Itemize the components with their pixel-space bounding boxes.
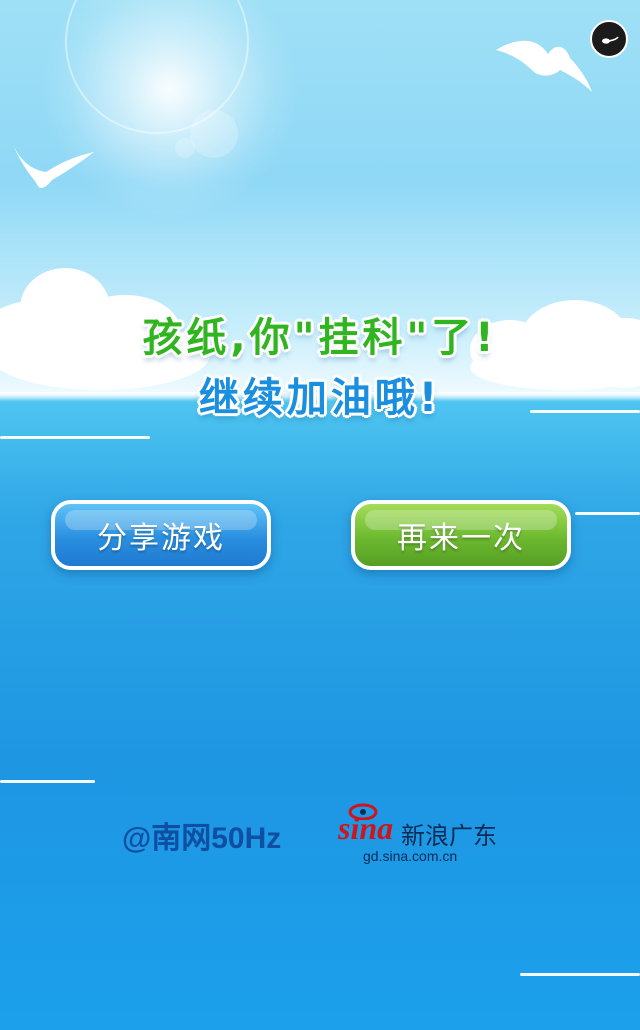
- wave-streak: [520, 973, 640, 976]
- seagull-icon: [10, 136, 94, 188]
- play-again-button[interactable]: 再来一次: [351, 500, 571, 570]
- southern-grid-logo: @南网50Hz: [122, 822, 282, 855]
- music-toggle-button[interactable]: [590, 20, 628, 58]
- game-over-screen: 孩纸,你"挂科"了! 继续加油哦! 分享游戏 再来一次 @南网50Hz sina…: [0, 0, 640, 1030]
- sina-wordmark: sina: [338, 810, 394, 846]
- wave-streak: [0, 436, 150, 439]
- lens-flare: [190, 110, 238, 158]
- sina-name: 新浪广东: [401, 822, 497, 850]
- music-note-icon: [602, 36, 619, 44]
- wave-streak: [575, 512, 640, 515]
- lens-flare: [175, 138, 195, 158]
- result-message-line1: 孩纸,你"挂科"了!: [142, 315, 498, 361]
- sina-url: gd.sina.com.cn: [363, 848, 458, 864]
- result-message-line2: 继续加油哦!: [198, 375, 442, 421]
- wave-streak: [0, 780, 95, 783]
- seagull-icon: [496, 40, 592, 92]
- share-game-label: 分享游戏: [97, 521, 225, 556]
- share-game-button[interactable]: 分享游戏: [51, 500, 271, 570]
- play-again-label: 再来一次: [397, 521, 525, 556]
